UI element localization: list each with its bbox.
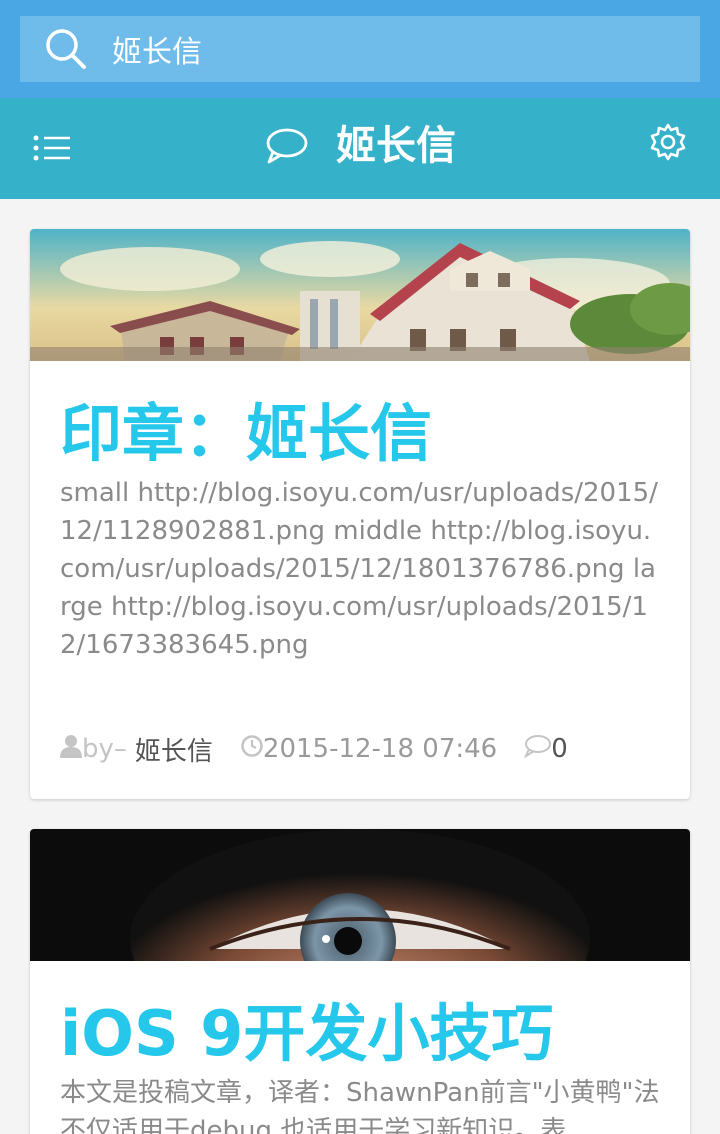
- post-author[interactable]: 姬长信: [135, 731, 213, 768]
- search-value: 姬长信: [112, 35, 202, 70]
- gear-icon[interactable]: [644, 118, 692, 166]
- post-excerpt: small http://blog.isoyu.com/usr/uploads/…: [60, 478, 658, 660]
- post-excerpt: 本文是投稿文章，译者：ShawnPan前言"小黄鸭"法不仅适用于debug,也适…: [60, 1078, 660, 1134]
- post-date-text: 2015-12-18 07:46: [262, 734, 498, 764]
- app-bar: 姬长信: [0, 98, 720, 199]
- by-label: by–: [82, 734, 127, 764]
- comment-count[interactable]: 0: [523, 734, 568, 765]
- user-icon: [60, 734, 82, 765]
- search-input[interactable]: 姬长信: [20, 16, 700, 82]
- search-bar: 姬长信: [0, 0, 720, 98]
- post-meta: by– 姬长信 2015-12-18 07:46 0: [60, 729, 568, 769]
- post-banner-image[interactable]: [30, 229, 690, 361]
- menu-icon[interactable]: [28, 124, 76, 172]
- post-title[interactable]: iOS 9开发小技巧: [60, 983, 553, 1073]
- comment-count-text: 0: [551, 734, 568, 764]
- post-card[interactable]: 印章：姬长信 small http://blog.isoyu.com/usr/u…: [30, 229, 690, 799]
- post-date: 2015-12-18 07:46: [241, 734, 497, 764]
- comment-icon: [523, 734, 552, 765]
- post-card[interactable]: iOS 9开发小技巧 本文是投稿文章，译者：ShawnPan前言"小黄鸭"法不仅…: [30, 829, 690, 1134]
- search-icon[interactable]: [20, 16, 112, 82]
- chat-icon: [260, 120, 312, 172]
- clock-icon: [241, 734, 263, 764]
- post-title[interactable]: 印章：姬长信: [60, 383, 432, 473]
- page-title: 姬长信: [336, 123, 456, 169]
- post-banner-image[interactable]: [30, 829, 690, 961]
